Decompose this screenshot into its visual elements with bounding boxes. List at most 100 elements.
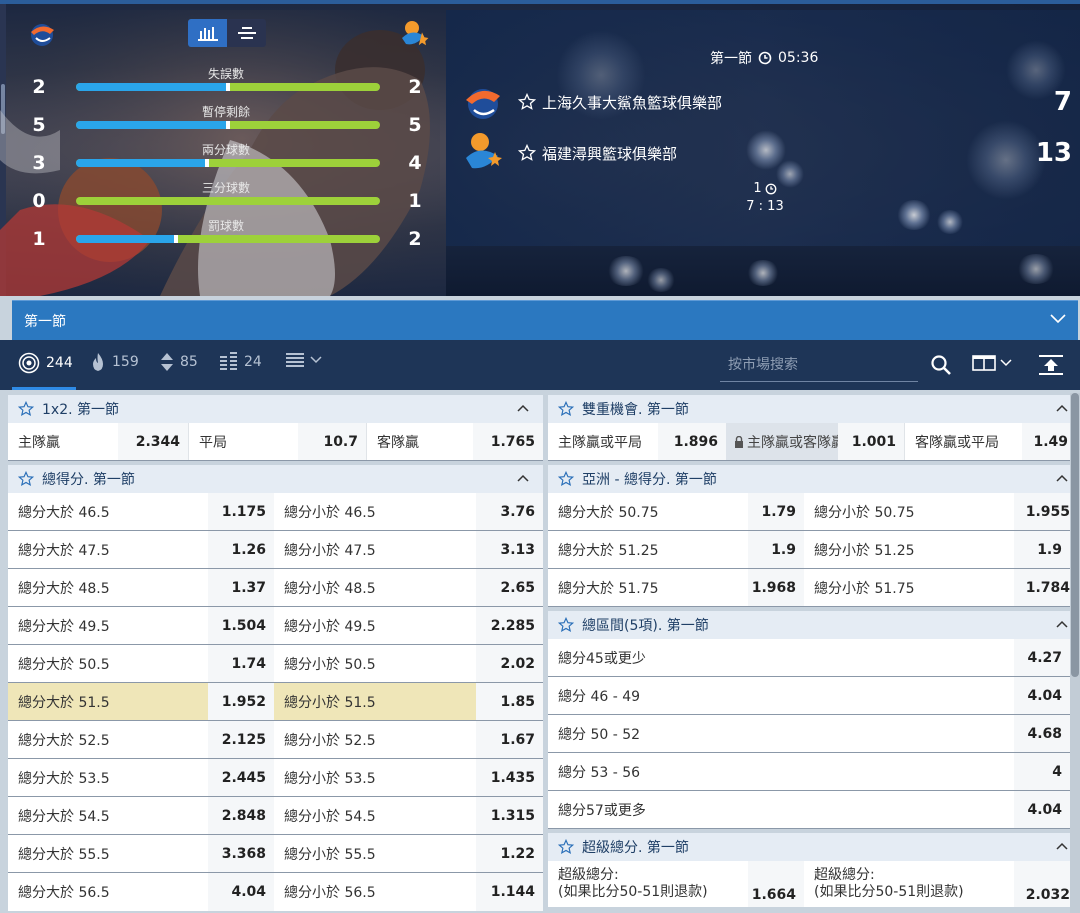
over-label[interactable]: 總分大於 50.75: [548, 493, 748, 530]
under-odds[interactable]: 1.144: [476, 873, 543, 911]
under-label[interactable]: 總分小於 49.5: [274, 607, 476, 644]
under-odds[interactable]: 1.435: [476, 759, 543, 796]
under-label[interactable]: 總分小於 54.5: [274, 797, 476, 834]
range-label[interactable]: 總分57或更多: [548, 791, 1014, 828]
super-total-odds[interactable]: 1.664: [748, 861, 804, 907]
market-header-total-range[interactable]: 總區間(5項). 第一節: [548, 611, 1070, 639]
favorite-star-icon[interactable]: [558, 617, 574, 633]
under-odds[interactable]: 1.22: [476, 835, 543, 872]
under-label[interactable]: 總分小於 51.5: [274, 683, 476, 720]
over-label[interactable]: 總分大於 51.75: [548, 569, 748, 606]
filter-list-markets[interactable]: 24: [220, 352, 262, 372]
over-odds[interactable]: 1.26: [208, 531, 274, 568]
under-odds[interactable]: 3.13: [476, 531, 543, 568]
favorite-star-icon[interactable]: [18, 401, 34, 417]
markets-scrollbar[interactable]: [1070, 393, 1080, 913]
over-odds[interactable]: 1.79: [748, 493, 804, 530]
market-header-1x2[interactable]: 1x2. 第一節: [8, 395, 543, 423]
favorite-star-icon[interactable]: [558, 401, 574, 417]
search-icon[interactable]: [930, 354, 952, 376]
outcome-label[interactable]: 主隊贏或平局: [548, 423, 658, 460]
over-label[interactable]: 總分大於 53.5: [8, 759, 208, 796]
over-odds[interactable]: 2.848: [208, 797, 274, 834]
scrollbar-thumb[interactable]: [1071, 393, 1079, 677]
under-label[interactable]: 總分小於 46.5: [274, 493, 476, 530]
under-odds[interactable]: 2.285: [476, 607, 543, 644]
layout-switch-menu[interactable]: [972, 354, 1012, 372]
range-odds[interactable]: 4: [1014, 753, 1070, 790]
filter-hot-markets[interactable]: 159: [90, 352, 139, 372]
range-label[interactable]: 總分 46 - 49: [548, 677, 1014, 714]
under-label[interactable]: 總分小於 51.75: [804, 569, 1014, 606]
over-odds[interactable]: 1.37: [208, 569, 274, 606]
favorite-star-icon[interactable]: [18, 471, 34, 487]
filter-all-markets[interactable]: 244: [18, 352, 73, 374]
collapse-all-icon[interactable]: [1038, 354, 1064, 376]
over-label[interactable]: 總分大於 51.25: [548, 531, 748, 568]
odds-button[interactable]: 2.344: [118, 423, 188, 460]
under-label[interactable]: 總分小於 48.5: [274, 569, 476, 606]
list-view-button[interactable]: [227, 19, 266, 47]
super-total-odds[interactable]: 2.032: [1014, 861, 1070, 907]
market-header-super-total[interactable]: 超級總分. 第一節: [548, 833, 1070, 861]
range-odds[interactable]: 4.04: [1014, 791, 1070, 828]
under-odds[interactable]: 1.67: [476, 721, 543, 758]
odds-button[interactable]: 1.896: [658, 423, 726, 460]
period-dropdown[interactable]: 第一節: [12, 300, 1078, 340]
under-label[interactable]: 總分小於 52.5: [274, 721, 476, 758]
over-label[interactable]: 總分大於 55.5: [8, 835, 208, 872]
outcome-label[interactable]: 主隊贏: [8, 423, 118, 460]
under-odds[interactable]: 2.02: [476, 645, 543, 682]
under-odds[interactable]: 1.85: [476, 683, 543, 720]
favorite-star-icon[interactable]: [558, 471, 574, 487]
under-odds[interactable]: 2.65: [476, 569, 543, 606]
range-label[interactable]: 總分45或更少: [548, 639, 1014, 676]
over-label[interactable]: 總分大於 50.5: [8, 645, 208, 682]
under-label[interactable]: 總分小於 56.5: [274, 873, 476, 911]
over-odds[interactable]: 4.04: [208, 873, 274, 911]
favorite-star-icon[interactable]: [558, 839, 574, 855]
favorite-star-icon[interactable]: [518, 93, 536, 111]
odds-button[interactable]: 1.49: [1022, 423, 1070, 460]
odds-button[interactable]: 10.7: [298, 423, 366, 460]
over-label[interactable]: 總分大於 51.5: [8, 683, 208, 720]
over-label[interactable]: 總分大於 49.5: [8, 607, 208, 644]
range-odds[interactable]: 4.68: [1014, 715, 1070, 752]
range-label[interactable]: 總分 50 - 52: [548, 715, 1014, 752]
more-filters-menu[interactable]: [286, 352, 322, 368]
over-odds[interactable]: 1.504: [208, 607, 274, 644]
over-label[interactable]: 總分大於 48.5: [8, 569, 208, 606]
outcome-label[interactable]: 平局: [188, 423, 298, 460]
market-header-asian-total[interactable]: 亞洲 - 總得分. 第一節: [548, 465, 1070, 493]
stats-view-toggle[interactable]: [188, 19, 266, 47]
outcome-label[interactable]: 客隊贏: [366, 423, 473, 460]
range-label[interactable]: 總分 53 - 56: [548, 753, 1014, 790]
filter-over-under[interactable]: 85: [160, 352, 198, 372]
over-label[interactable]: 總分大於 52.5: [8, 721, 208, 758]
over-odds[interactable]: 1.74: [208, 645, 274, 682]
under-label[interactable]: 總分小於 55.5: [274, 835, 476, 872]
over-odds[interactable]: 3.368: [208, 835, 274, 872]
market-header-total-points[interactable]: 總得分. 第一節: [8, 465, 543, 493]
over-label[interactable]: 總分大於 56.5: [8, 873, 208, 911]
under-label[interactable]: 總分小於 50.5: [274, 645, 476, 682]
under-odds[interactable]: 1.315: [476, 797, 543, 834]
over-odds[interactable]: 1.952: [208, 683, 274, 720]
under-odds[interactable]: 1.955: [1014, 493, 1070, 530]
over-odds[interactable]: 2.125: [208, 721, 274, 758]
over-label[interactable]: 總分大於 54.5: [8, 797, 208, 834]
under-label[interactable]: 總分小於 53.5: [274, 759, 476, 796]
market-search-input[interactable]: 按市場搜索: [720, 348, 918, 382]
over-odds[interactable]: 1.175: [208, 493, 274, 530]
bar-chart-view-button[interactable]: [188, 19, 227, 47]
under-odds[interactable]: 1.9: [1014, 531, 1070, 568]
super-total-label[interactable]: 超級總分: (如果比分50-51則退款): [804, 861, 1014, 907]
odds-button[interactable]: 1.765: [473, 423, 543, 460]
over-odds[interactable]: 1.968: [748, 569, 804, 606]
under-label[interactable]: 總分小於 50.75: [804, 493, 1014, 530]
range-odds[interactable]: 4.27: [1014, 639, 1070, 676]
over-label[interactable]: 總分大於 47.5: [8, 531, 208, 568]
market-header-double-chance[interactable]: 雙重機會. 第一節: [548, 395, 1070, 423]
over-label[interactable]: 總分大於 46.5: [8, 493, 208, 530]
under-label[interactable]: 總分小於 51.25: [804, 531, 1014, 568]
